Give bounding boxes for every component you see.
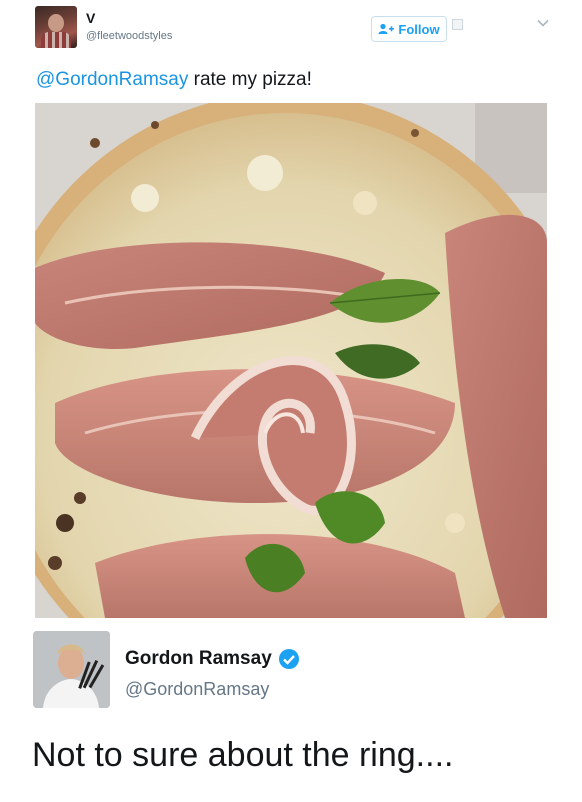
- follow-button[interactable]: Follow: [371, 16, 447, 42]
- avatar-shirt: [41, 32, 71, 48]
- tweet-text: @GordonRamsay rate my pizza!: [36, 69, 312, 91]
- mention-link[interactable]: @GordonRamsay: [36, 69, 188, 90]
- reply-author-name[interactable]: Gordon Ramsay: [125, 648, 300, 670]
- tweet-text-rest: rate my pizza!: [188, 69, 312, 90]
- avatar-fleetwoodstyles[interactable]: [35, 6, 77, 48]
- avatar-face: [48, 14, 64, 32]
- reply-text: Not to sure about the ring....: [32, 736, 454, 774]
- reply-author-handle[interactable]: @GordonRamsay: [125, 679, 269, 700]
- avatar-gordonramsay[interactable]: [33, 631, 110, 708]
- follow-plus-icon: [378, 23, 395, 34]
- author-name[interactable]: V: [86, 10, 95, 26]
- pizza-photo[interactable]: [35, 103, 547, 618]
- reply-author-name-text: Gordon Ramsay: [125, 648, 272, 669]
- chevron-down-icon[interactable]: [536, 16, 550, 30]
- verified-badge-icon: [278, 649, 299, 669]
- more-options-box[interactable]: [452, 19, 463, 30]
- author-handle[interactable]: @fleetwoodstyles: [86, 30, 172, 42]
- follow-button-label: Follow: [398, 21, 440, 37]
